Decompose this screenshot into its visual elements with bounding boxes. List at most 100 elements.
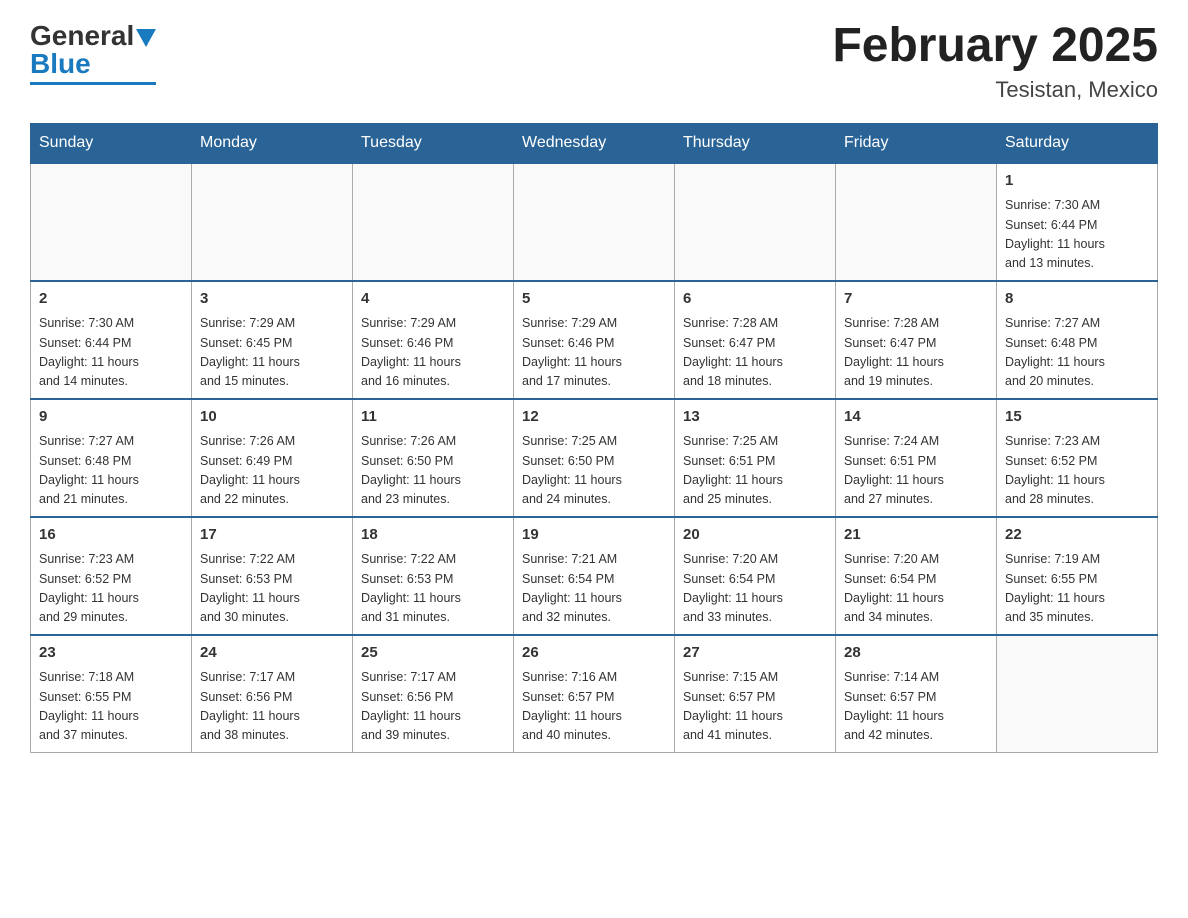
day-number: 21 xyxy=(844,524,988,547)
title-section: February 2025 Tesistan, Mexico xyxy=(832,20,1158,103)
calendar-cell xyxy=(836,163,997,281)
day-info: Sunrise: 7:28 AM Sunset: 6:47 PM Dayligh… xyxy=(683,314,827,392)
day-number: 17 xyxy=(200,524,344,547)
day-info: Sunrise: 7:29 AM Sunset: 6:45 PM Dayligh… xyxy=(200,314,344,392)
calendar-cell: 14Sunrise: 7:24 AM Sunset: 6:51 PM Dayli… xyxy=(836,399,997,517)
calendar-week-row: 2 Sunrise: 7:30 AM Sunset: 6:44 PM Daylig… xyxy=(31,281,1158,399)
calendar-cell: 8 Sunrise: 7:27 AM Sunset: 6:48 PM Daylig… xyxy=(997,281,1158,399)
day-number: 18 xyxy=(361,524,505,547)
calendar-cell: 21 Sunrise: 7:20 AM Sunset: 6:54 PM Dayli… xyxy=(836,517,997,635)
day-info: Sunrise: 7:27 AM Sunset: 6:48 PM Dayligh… xyxy=(39,432,183,510)
day-info: Sunrise: 7:23 AM Sunset: 6:52 PM Dayligh… xyxy=(1005,432,1149,510)
calendar-cell xyxy=(514,163,675,281)
day-info: Sunrise: 7:29 AM Sunset: 6:46 PM Dayligh… xyxy=(522,314,666,392)
day-number: 6 xyxy=(683,288,827,311)
calendar-week-row: 1 Sunrise: 7:30 AM Sunset: 6:44 PM Daylig… xyxy=(31,163,1158,281)
calendar-cell: 4 Sunrise: 7:29 AM Sunset: 6:46 PM Daylig… xyxy=(353,281,514,399)
calendar-header-saturday: Saturday xyxy=(997,123,1158,163)
day-info: Sunrise: 7:29 AM Sunset: 6:46 PM Dayligh… xyxy=(361,314,505,392)
day-info: Sunrise: 7:27 AM Sunset: 6:48 PM Dayligh… xyxy=(1005,314,1149,392)
calendar-cell: 16 Sunrise: 7:23 AM Sunset: 6:52 PM Dayli… xyxy=(31,517,192,635)
calendar-table: SundayMondayTuesdayWednesdayThursdayFrid… xyxy=(30,123,1158,753)
calendar-cell: 22Sunrise: 7:19 AM Sunset: 6:55 PM Dayli… xyxy=(997,517,1158,635)
day-info: Sunrise: 7:22 AM Sunset: 6:53 PM Dayligh… xyxy=(361,550,505,628)
calendar-cell: 10 Sunrise: 7:26 AM Sunset: 6:49 PM Dayli… xyxy=(192,399,353,517)
day-number: 22 xyxy=(1005,524,1149,547)
calendar-cell xyxy=(997,635,1158,753)
day-info: Sunrise: 7:30 AM Sunset: 6:44 PM Dayligh… xyxy=(39,314,183,392)
day-info: Sunrise: 7:30 AM Sunset: 6:44 PM Dayligh… xyxy=(1005,196,1149,274)
calendar-cell: 7Sunrise: 7:28 AM Sunset: 6:47 PM Daylig… xyxy=(836,281,997,399)
day-info: Sunrise: 7:14 AM Sunset: 6:57 PM Dayligh… xyxy=(844,668,988,746)
day-number: 1 xyxy=(1005,170,1149,193)
calendar-header-tuesday: Tuesday xyxy=(353,123,514,163)
day-number: 28 xyxy=(844,642,988,665)
day-number: 27 xyxy=(683,642,827,665)
logo: General Blue xyxy=(30,20,156,85)
calendar-cell: 2 Sunrise: 7:30 AM Sunset: 6:44 PM Daylig… xyxy=(31,281,192,399)
calendar-cell xyxy=(353,163,514,281)
page-header: General Blue February 2025 Tesistan, Mex… xyxy=(30,20,1158,103)
day-info: Sunrise: 7:26 AM Sunset: 6:50 PM Dayligh… xyxy=(361,432,505,510)
calendar-cell xyxy=(675,163,836,281)
calendar-cell xyxy=(31,163,192,281)
day-info: Sunrise: 7:17 AM Sunset: 6:56 PM Dayligh… xyxy=(200,668,344,746)
day-info: Sunrise: 7:15 AM Sunset: 6:57 PM Dayligh… xyxy=(683,668,827,746)
day-number: 15 xyxy=(1005,406,1149,429)
day-number: 3 xyxy=(200,288,344,311)
calendar-cell: 1 Sunrise: 7:30 AM Sunset: 6:44 PM Daylig… xyxy=(997,163,1158,281)
calendar-cell: 12 Sunrise: 7:25 AM Sunset: 6:50 PM Dayli… xyxy=(514,399,675,517)
day-number: 16 xyxy=(39,524,183,547)
calendar-cell: 20 Sunrise: 7:20 AM Sunset: 6:54 PM Dayli… xyxy=(675,517,836,635)
day-number: 24 xyxy=(200,642,344,665)
logo-blue-text: Blue xyxy=(30,48,91,80)
calendar-cell: 3 Sunrise: 7:29 AM Sunset: 6:45 PM Daylig… xyxy=(192,281,353,399)
day-number: 23 xyxy=(39,642,183,665)
day-number: 20 xyxy=(683,524,827,547)
location-text: Tesistan, Mexico xyxy=(832,77,1158,103)
day-number: 12 xyxy=(522,406,666,429)
calendar-week-row: 9 Sunrise: 7:27 AM Sunset: 6:48 PM Daylig… xyxy=(31,399,1158,517)
day-number: 25 xyxy=(361,642,505,665)
calendar-cell: 24 Sunrise: 7:17 AM Sunset: 6:56 PM Dayli… xyxy=(192,635,353,753)
day-info: Sunrise: 7:28 AM Sunset: 6:47 PM Dayligh… xyxy=(844,314,988,392)
day-info: Sunrise: 7:23 AM Sunset: 6:52 PM Dayligh… xyxy=(39,550,183,628)
calendar-cell: 27 Sunrise: 7:15 AM Sunset: 6:57 PM Dayli… xyxy=(675,635,836,753)
calendar-cell: 6 Sunrise: 7:28 AM Sunset: 6:47 PM Daylig… xyxy=(675,281,836,399)
calendar-week-row: 23 Sunrise: 7:18 AM Sunset: 6:55 PM Dayli… xyxy=(31,635,1158,753)
day-number: 2 xyxy=(39,288,183,311)
logo-triangle-icon xyxy=(136,29,156,47)
calendar-header-wednesday: Wednesday xyxy=(514,123,675,163)
calendar-week-row: 16 Sunrise: 7:23 AM Sunset: 6:52 PM Dayli… xyxy=(31,517,1158,635)
calendar-cell: 9 Sunrise: 7:27 AM Sunset: 6:48 PM Daylig… xyxy=(31,399,192,517)
day-info: Sunrise: 7:26 AM Sunset: 6:49 PM Dayligh… xyxy=(200,432,344,510)
day-info: Sunrise: 7:24 AM Sunset: 6:51 PM Dayligh… xyxy=(844,432,988,510)
day-number: 5 xyxy=(522,288,666,311)
calendar-cell: 19Sunrise: 7:21 AM Sunset: 6:54 PM Dayli… xyxy=(514,517,675,635)
day-number: 13 xyxy=(683,406,827,429)
calendar-cell: 25 Sunrise: 7:17 AM Sunset: 6:56 PM Dayli… xyxy=(353,635,514,753)
day-number: 4 xyxy=(361,288,505,311)
calendar-header-monday: Monday xyxy=(192,123,353,163)
calendar-cell: 28 Sunrise: 7:14 AM Sunset: 6:57 PM Dayli… xyxy=(836,635,997,753)
calendar-cell: 13Sunrise: 7:25 AM Sunset: 6:51 PM Dayli… xyxy=(675,399,836,517)
day-number: 26 xyxy=(522,642,666,665)
day-number: 9 xyxy=(39,406,183,429)
calendar-cell: 5 Sunrise: 7:29 AM Sunset: 6:46 PM Daylig… xyxy=(514,281,675,399)
calendar-cell: 11 Sunrise: 7:26 AM Sunset: 6:50 PM Dayli… xyxy=(353,399,514,517)
day-info: Sunrise: 7:25 AM Sunset: 6:50 PM Dayligh… xyxy=(522,432,666,510)
day-number: 11 xyxy=(361,406,505,429)
calendar-header-thursday: Thursday xyxy=(675,123,836,163)
day-info: Sunrise: 7:18 AM Sunset: 6:55 PM Dayligh… xyxy=(39,668,183,746)
day-number: 10 xyxy=(200,406,344,429)
day-info: Sunrise: 7:20 AM Sunset: 6:54 PM Dayligh… xyxy=(844,550,988,628)
calendar-cell: 15 Sunrise: 7:23 AM Sunset: 6:52 PM Dayli… xyxy=(997,399,1158,517)
month-title: February 2025 xyxy=(832,20,1158,73)
calendar-cell xyxy=(192,163,353,281)
day-number: 19 xyxy=(522,524,666,547)
day-info: Sunrise: 7:17 AM Sunset: 6:56 PM Dayligh… xyxy=(361,668,505,746)
calendar-cell: 23 Sunrise: 7:18 AM Sunset: 6:55 PM Dayli… xyxy=(31,635,192,753)
day-info: Sunrise: 7:20 AM Sunset: 6:54 PM Dayligh… xyxy=(683,550,827,628)
calendar-cell: 17Sunrise: 7:22 AM Sunset: 6:53 PM Dayli… xyxy=(192,517,353,635)
day-number: 8 xyxy=(1005,288,1149,311)
